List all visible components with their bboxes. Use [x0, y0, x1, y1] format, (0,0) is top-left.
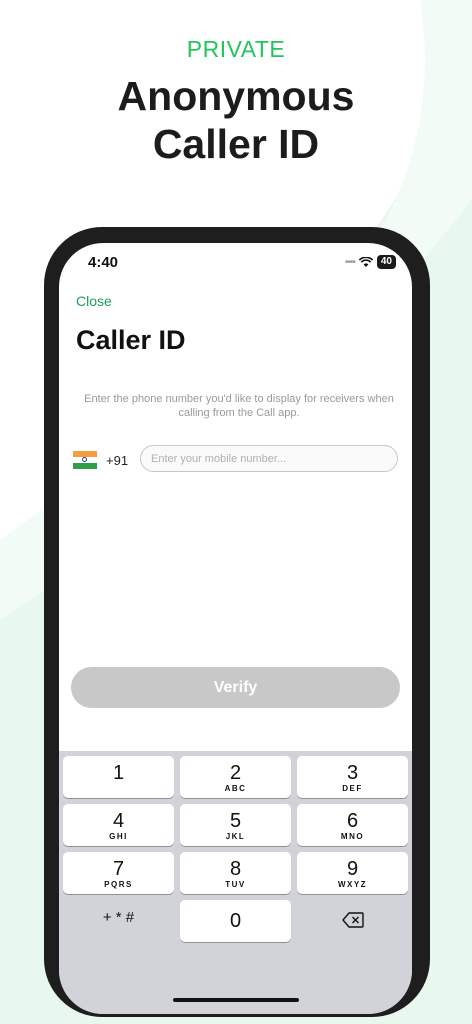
- key-digit: 4: [112, 810, 125, 832]
- key-digit: 1: [112, 762, 125, 784]
- key-letters: JKL: [225, 832, 246, 841]
- country-dial-code[interactable]: +91: [106, 453, 128, 468]
- key-2[interactable]: 2 ABC: [180, 756, 291, 798]
- key-0[interactable]: 0: [180, 900, 291, 942]
- key-3[interactable]: 3 DEF: [297, 756, 408, 798]
- promo-headline-line2: Caller ID: [152, 121, 320, 167]
- phone-number-input[interactable]: [140, 445, 398, 472]
- key-8[interactable]: 8 TUV: [180, 852, 291, 894]
- key-letters: PQRS: [104, 880, 133, 889]
- description-text: Enter the phone number you'd like to dis…: [84, 393, 394, 419]
- key-7[interactable]: 7 PQRS: [63, 852, 174, 894]
- numeric-keypad: 1 2 ABC 3 DEF 4 GHI 5 JKL 6 MNO 7 PQRS 8: [59, 751, 412, 1014]
- key-letters: TUV: [225, 880, 246, 889]
- key-5[interactable]: 5 JKL: [180, 804, 291, 846]
- verify-button[interactable]: Verify: [71, 667, 400, 708]
- key-6[interactable]: 6 MNO: [297, 804, 408, 846]
- india-flag-icon[interactable]: [73, 451, 97, 469]
- wifi-icon: [358, 256, 373, 267]
- close-button[interactable]: Close: [76, 293, 112, 309]
- status-time: 4:40: [88, 254, 119, 271]
- key-digit: 9: [346, 858, 359, 880]
- key-digit: 3: [346, 762, 359, 784]
- promo-eyebrow: PRIVATE: [186, 36, 286, 62]
- key-letters: DEF: [342, 784, 363, 793]
- key-symbols[interactable]: + * #: [63, 898, 174, 940]
- phone-screen: 4:40 •••• 40 Close Caller ID Enter the p…: [59, 243, 412, 1014]
- key-4[interactable]: 4 GHI: [63, 804, 174, 846]
- screen-title: Caller ID: [76, 325, 186, 355]
- key-digit: 0: [229, 910, 242, 932]
- home-indicator: [173, 998, 299, 1002]
- key-digit: 5: [229, 810, 242, 832]
- key-letters: ABC: [224, 784, 247, 793]
- key-letters: MNO: [340, 832, 365, 841]
- key-1[interactable]: 1: [63, 756, 174, 798]
- status-icons: •••• 40: [345, 255, 396, 269]
- signal-dots-icon: ••••: [344, 256, 356, 268]
- key-9[interactable]: 9 WXYZ: [297, 852, 408, 894]
- key-letters: GHI: [109, 832, 128, 841]
- battery-icon: 40: [376, 255, 396, 269]
- key-digit: 2: [229, 762, 242, 784]
- delete-key[interactable]: [297, 900, 408, 942]
- backspace-icon: [341, 912, 364, 928]
- promo-headline-line1: Anonymous: [117, 73, 355, 119]
- promo-headline: Anonymous Caller ID: [0, 72, 472, 168]
- key-letters: WXYZ: [337, 880, 368, 889]
- key-digit: 7: [112, 858, 125, 880]
- key-digit: 6: [346, 810, 359, 832]
- key-digit: 8: [229, 858, 242, 880]
